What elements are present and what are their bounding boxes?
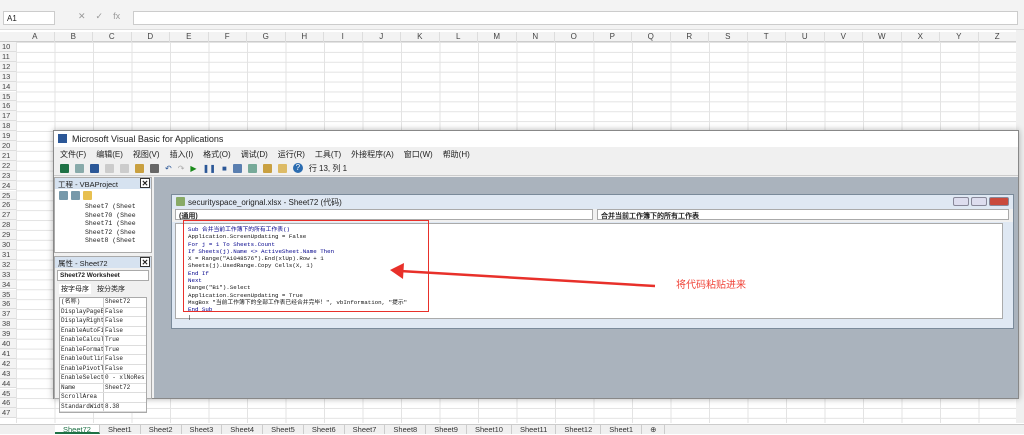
annotation-text: 将代码粘贴进来 — [676, 280, 746, 291]
arrow-icon — [390, 263, 656, 288]
